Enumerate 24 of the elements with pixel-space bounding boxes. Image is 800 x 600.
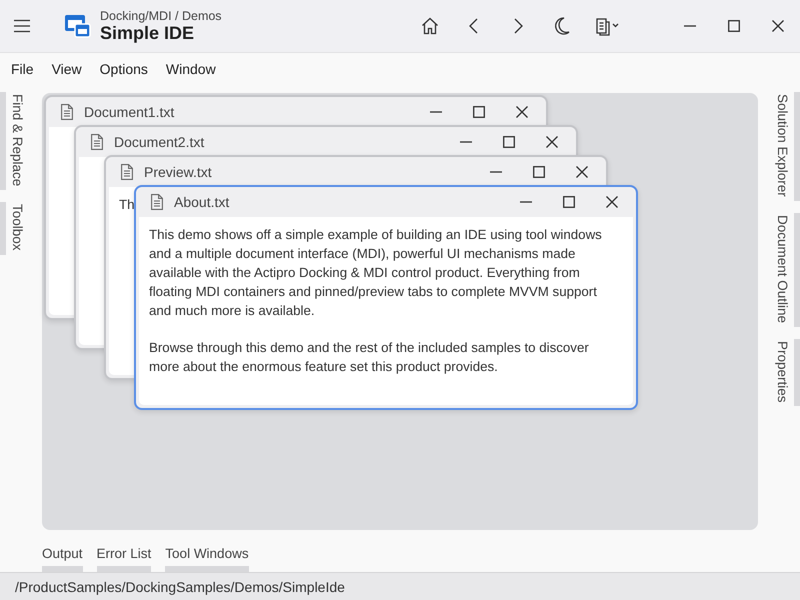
window-title: Document1.txt	[84, 104, 176, 120]
menu-item[interactable]: View	[42, 61, 91, 77]
window-title: Document2.txt	[114, 134, 206, 150]
window-title: About.txt	[174, 194, 230, 210]
document-icon	[151, 194, 163, 210]
menu-item[interactable]: Options	[90, 61, 157, 77]
document-text: This demo shows off a simple example of building an IDE using tool windows and a multiple document interface (MDI), powerful UI mechanisms made available with the Actipro Docking & MDI control product. Everything from floating MDI containers and pinned/preview tabs to complete MVVM support and much more is available.	[149, 226, 603, 320]
document-icon	[91, 134, 103, 150]
side-tab[interactable]: Solution Explorer	[771, 92, 800, 201]
menu-item[interactable]: File	[2, 61, 43, 77]
side-tab[interactable]: Toolbox	[0, 202, 29, 255]
document-icon	[121, 164, 133, 180]
menu-item[interactable]: Window	[156, 61, 225, 77]
side-tab[interactable]: Document Outline	[771, 212, 800, 327]
breadcrumb: Docking/MDI / Demos	[100, 8, 222, 22]
document-text: Browse through this demo and the rest of the included samples to discover more about the enormous feature set this product provides.	[149, 339, 590, 376]
app-logo-icon	[64, 12, 92, 40]
document-text: Th	[119, 196, 135, 214]
status-path: /ProductSamples/DockingSamples/Demos/SimpleIde	[0, 572, 800, 600]
app-title: Simple IDE	[100, 22, 196, 44]
side-tab[interactable]: Properties	[771, 338, 800, 406]
document-icon	[61, 104, 73, 120]
window-title: Preview.txt	[144, 164, 213, 180]
side-tab[interactable]: Find & Replace	[0, 92, 29, 190]
